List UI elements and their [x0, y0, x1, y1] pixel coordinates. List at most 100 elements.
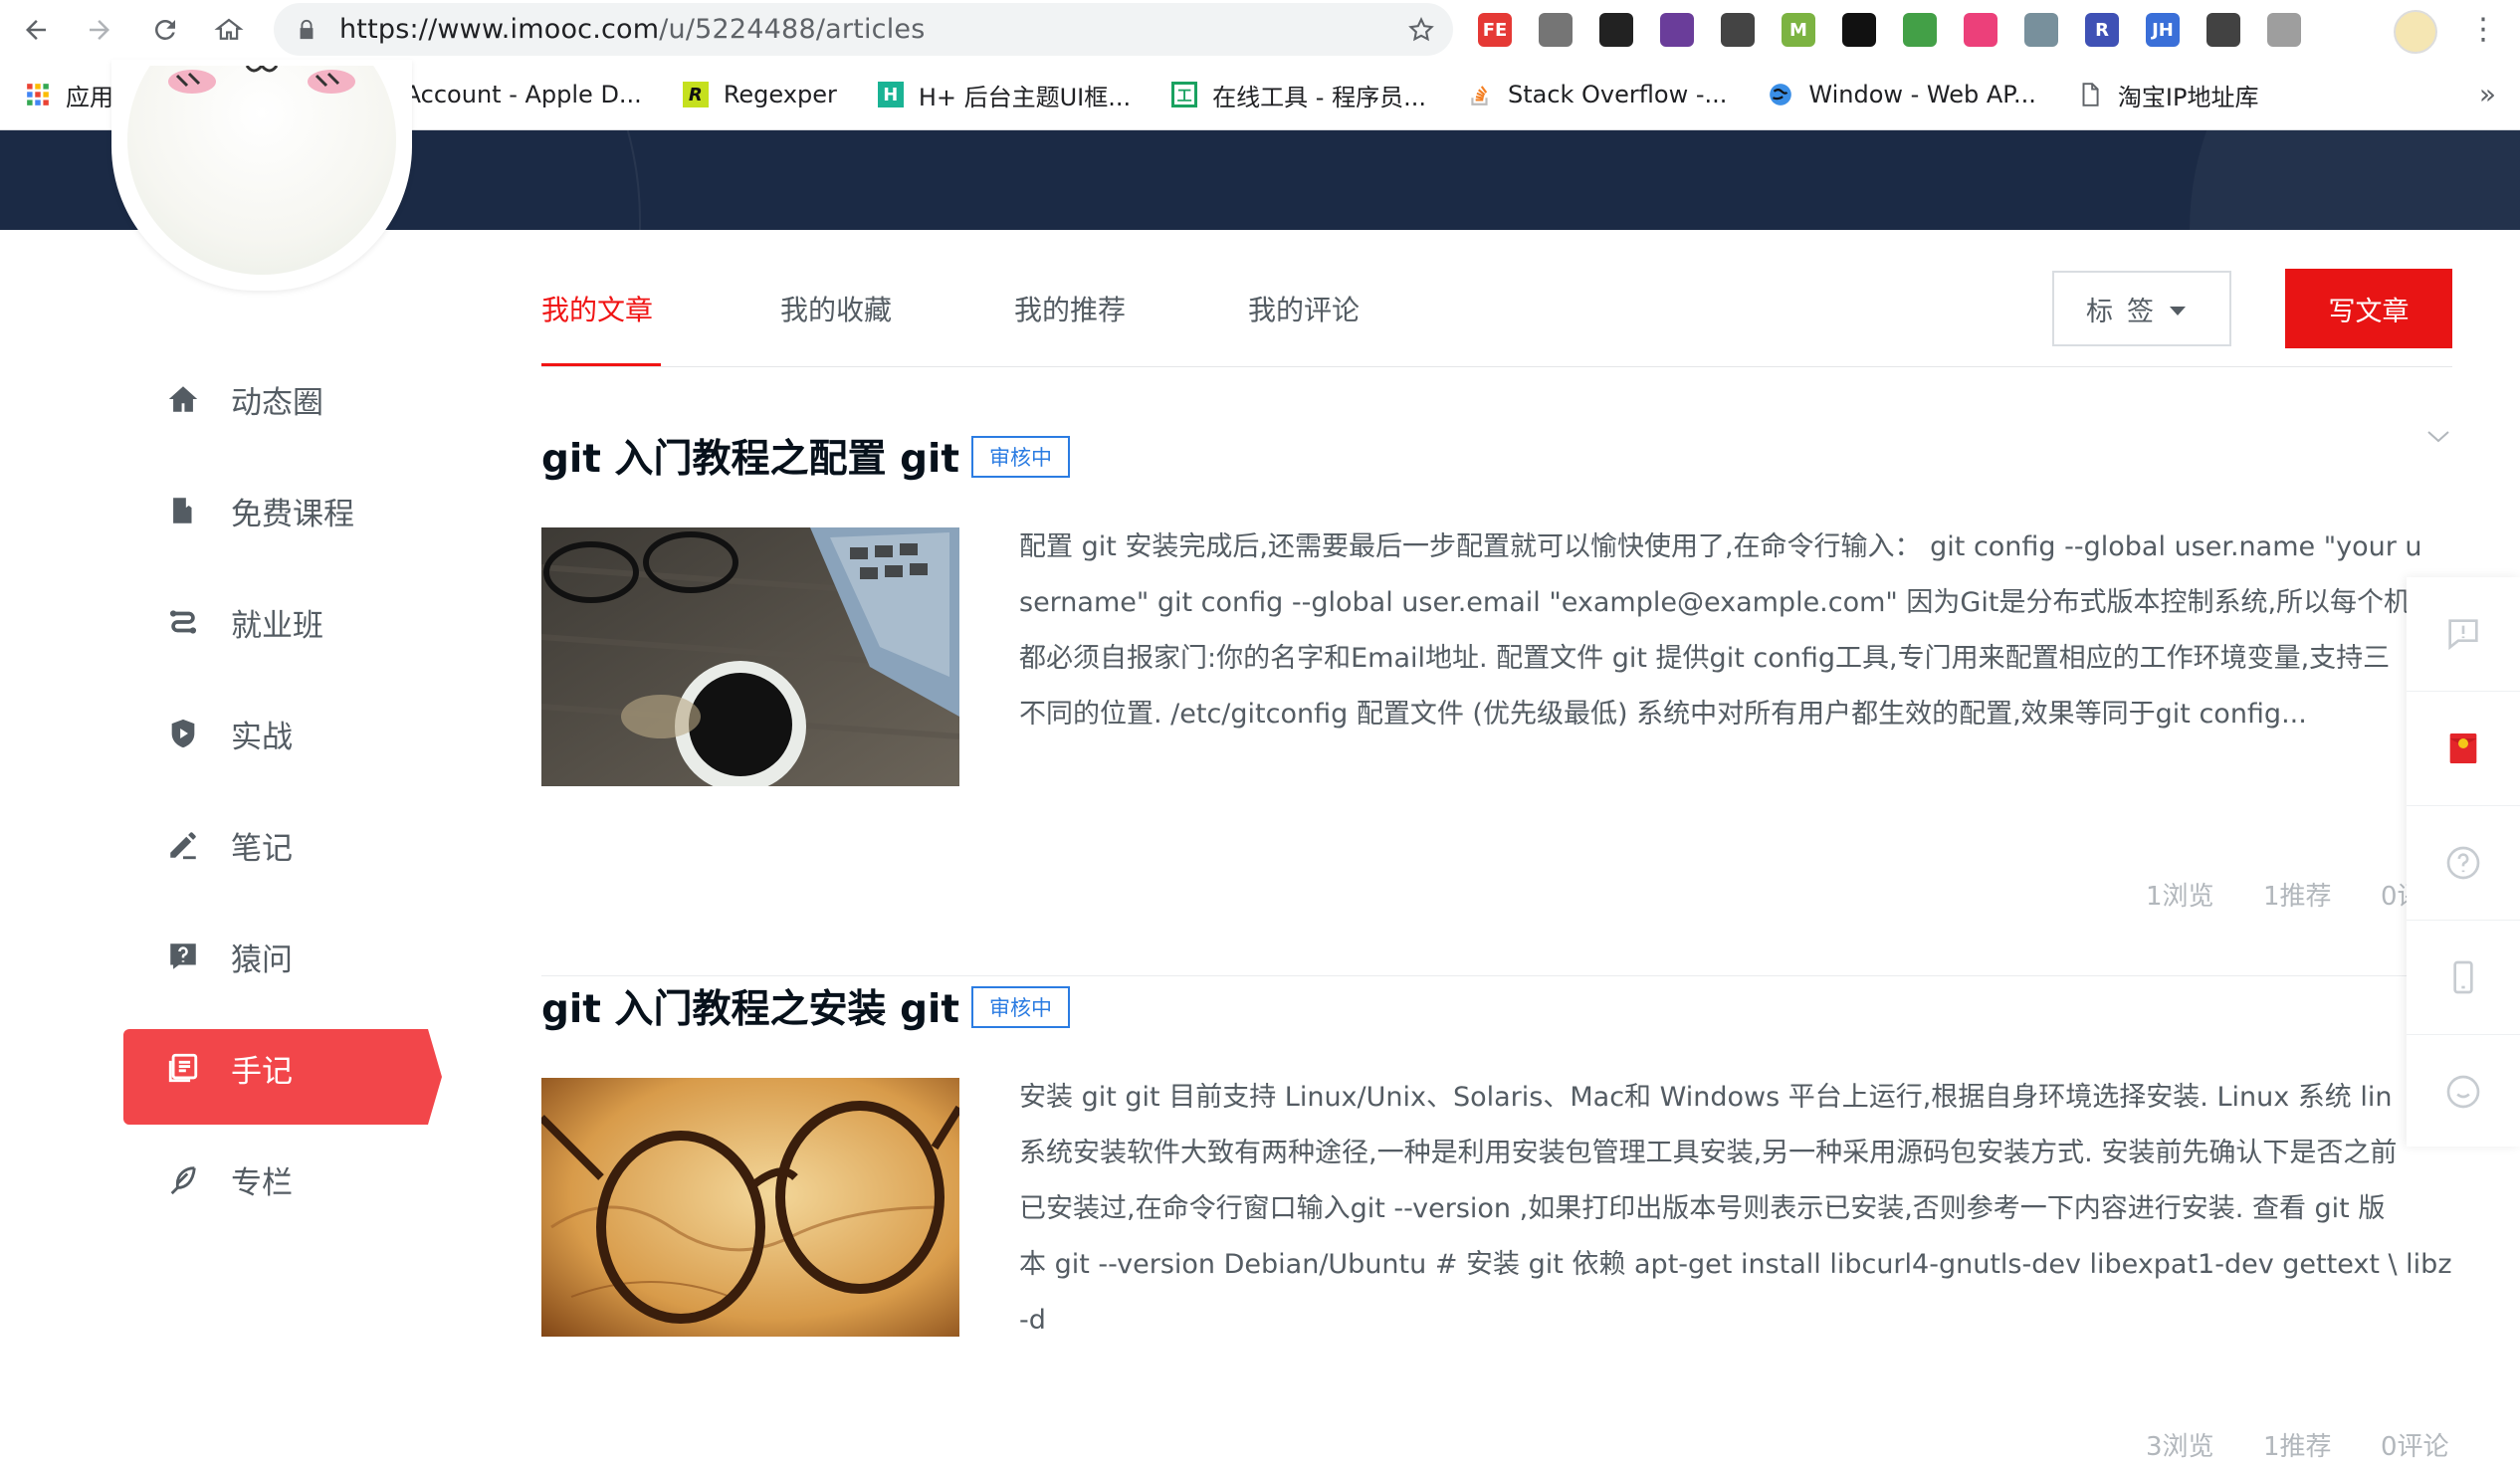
tabs-divider — [541, 366, 2452, 367]
sidebar-item-label: 专栏 — [231, 1164, 293, 1201]
bookmark-apps[interactable]: 应用 — [24, 78, 113, 112]
url-host: https://www.imooc.com — [339, 14, 660, 45]
h-icon: H — [877, 81, 905, 108]
gear-extension-icon[interactable] — [1539, 13, 1573, 47]
r-icon: R — [682, 81, 710, 108]
arrow-right-icon — [90, 20, 109, 40]
red-envelope-button[interactable] — [2407, 692, 2520, 806]
comment-count: 0评论 — [2381, 882, 2407, 912]
spiral-extension-icon[interactable] — [1660, 13, 1694, 47]
tag-filter-select[interactable]: 标签 — [2052, 271, 2231, 346]
article-thumbnail[interactable] — [541, 527, 959, 786]
sidebar-item-7[interactable]: 专栏 — [123, 1124, 442, 1235]
summary-line: -d — [1019, 1305, 1046, 1336]
sidebar-item-4[interactable]: 笔记 — [123, 789, 442, 901]
sidebar-item-0[interactable]: 动态圈 — [123, 343, 442, 455]
browser-toolbar: https://www.imooc.com/u/5224488/articles… — [0, 0, 2520, 60]
route-icon — [165, 604, 201, 640]
browser-menu-icon[interactable]: ⋮ — [2468, 12, 2498, 48]
t-icon: 工 — [1170, 81, 1198, 108]
avatar-face-features — [168, 66, 355, 94]
sidebar-item-label: 手记 — [231, 1053, 293, 1090]
sidebar-item-3[interactable]: 实战 — [123, 678, 442, 789]
bookmark-window[interactable]: Window - Web AP... — [1767, 81, 2036, 108]
sidebar-item-label: 猿问 — [231, 941, 293, 978]
bookmark-taobao-ip[interactable]: 淘宝IP地址库 — [2076, 78, 2259, 112]
chevron-down-icon[interactable] — [2426, 430, 2450, 444]
feedback-icon — [2448, 619, 2478, 651]
article-divider — [541, 975, 2452, 976]
fe-icon[interactable]: FE — [1478, 13, 1512, 47]
tab-3[interactable]: 我的评论 — [1248, 289, 1360, 328]
summary-line: 都必须自报家门:你的名字和Email地址. 配置文件 git 提供git con… — [1019, 643, 2391, 674]
comment-count: 0评论 — [2381, 1432, 2449, 1462]
article-summary[interactable]: 配置 git 安装完成后,还需要最后一步配置就可以愉快使用了,在命令行输入： g… — [1019, 520, 2457, 742]
vue-devtools-icon[interactable] — [2024, 13, 2058, 47]
address-bar[interactable]: https://www.imooc.com/u/5224488/articles — [274, 3, 1453, 56]
summary-line: 系统安装软件大致有两种途径,一种是利用安装包管理工具安装,另一种采用源码包安装方… — [1019, 1138, 2398, 1168]
tag-filter-label: 标签 — [2086, 296, 2168, 327]
bookmarks-overflow-icon[interactable]: » — [2479, 78, 2496, 110]
feedback-button[interactable] — [2407, 577, 2520, 692]
sidebar-item-6[interactable]: 手记 — [123, 1012, 442, 1125]
summary-line: 已安装过,在命令行窗口输入git --version ,如果打印出版本号则表示已… — [1019, 1193, 2386, 1224]
reload-button[interactable] — [145, 10, 185, 50]
green-square-extension-icon[interactable] — [1903, 13, 1937, 47]
summary-line: 安装 git git 目前支持 Linux/Unix、Solaris、Mac和 … — [1019, 1082, 2393, 1113]
back-button[interactable] — [16, 10, 56, 50]
sync-extension-icon[interactable] — [2206, 13, 2240, 47]
sidebar-item-5[interactable]: 猿问 — [123, 901, 442, 1012]
help-button[interactable] — [2407, 806, 2520, 921]
home-outline-icon — [214, 18, 244, 40]
globe-icon — [1767, 81, 1794, 108]
red-envelope-icon — [2449, 733, 2477, 763]
url-text: https://www.imooc.com/u/5224488/articles — [339, 14, 925, 45]
sidebar-item-label: 就业班 — [231, 607, 323, 644]
mobile-app-button[interactable] — [2407, 921, 2520, 1035]
sidebar-item-1[interactable]: 免费课程 — [123, 455, 442, 566]
tampermonkey-icon[interactable] — [1599, 13, 1633, 47]
bookmark-stackoverflow[interactable]: Stack Overflow -... — [1466, 81, 1727, 108]
tab-0[interactable]: 我的文章 — [541, 289, 653, 328]
article-thumbnail[interactable] — [541, 1078, 959, 1337]
calendar-extension-icon[interactable] — [1964, 13, 1997, 47]
jh-extension-icon[interactable]: JH — [2146, 13, 2180, 47]
bookmark-hplus[interactable]: H H+ 后台主题UI框... — [877, 78, 1131, 112]
chat-button[interactable] — [2407, 1035, 2520, 1149]
shield-extension-icon[interactable] — [2267, 13, 2301, 47]
notes-icon — [165, 1050, 201, 1086]
trello-icon[interactable] — [1721, 13, 1755, 47]
sidebar-item-label: 实战 — [231, 719, 293, 755]
bookmark-star-icon[interactable] — [1407, 16, 1435, 44]
extensions-bar: FE M R JH — [1478, 10, 2328, 50]
sidebar-item-label: 笔记 — [231, 830, 293, 867]
user-avatar[interactable] — [111, 60, 412, 291]
r-shield-extension-icon[interactable]: R — [2085, 13, 2119, 47]
forward-button[interactable] — [80, 10, 119, 50]
question-icon — [165, 939, 201, 974]
bookmark-label: Window - Web AP... — [1808, 81, 2036, 108]
bookmark-label: H+ 后台主题UI框... — [918, 83, 1132, 111]
write-article-button[interactable]: 写文章 — [2285, 269, 2452, 348]
bookmark-label: Account - Apple D... — [404, 81, 642, 108]
bookmark-label: 淘宝IP地址库 — [2117, 83, 2259, 111]
bookmark-regexper[interactable]: R Regexper — [682, 81, 837, 108]
book-icon — [165, 493, 201, 528]
url-path: /u/5224488/articles — [659, 14, 926, 45]
tab-2[interactable]: 我的推荐 — [1014, 289, 1126, 328]
status-badge: 审核中 — [971, 986, 1070, 1028]
sidebar-nav: 动态圈 免费课程就业班实战笔记猿问手记专栏 — [123, 343, 442, 1235]
profile-avatar-button[interactable] — [2394, 10, 2437, 54]
bookmark-label: Stack Overflow -... — [1507, 81, 1728, 108]
m-extension-icon[interactable]: M — [1782, 13, 1815, 47]
status-badge: 审核中 — [971, 436, 1070, 478]
colorful-extension-icon[interactable] — [1842, 13, 1876, 47]
sidebar-item-2[interactable]: 就业班 — [123, 566, 442, 678]
tab-1[interactable]: 我的收藏 — [780, 289, 892, 328]
pencil-icon — [165, 827, 201, 863]
home-button[interactable] — [209, 10, 249, 50]
article-title[interactable]: git 入门教程之配置 git — [541, 428, 959, 484]
bookmark-tools[interactable]: 工在线工具 - 程序员... — [1170, 78, 1426, 112]
article-summary[interactable]: 安装 git git 目前支持 Linux/Unix、Solaris、Mac和 … — [1019, 1070, 2457, 1349]
article-title[interactable]: git 入门教程之安装 git — [541, 978, 959, 1034]
